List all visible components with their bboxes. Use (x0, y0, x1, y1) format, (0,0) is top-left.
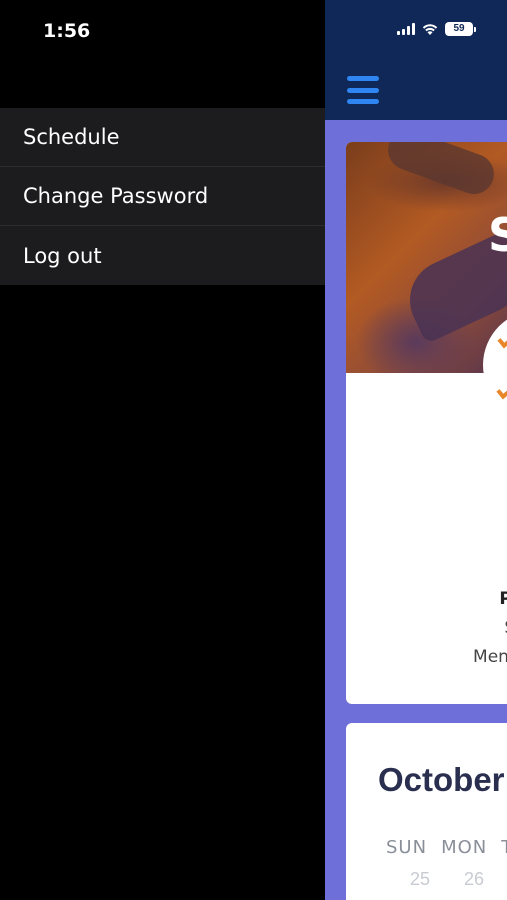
hero-title: S (488, 208, 507, 262)
calendar-date[interactable]: 26 (464, 869, 484, 890)
hamburger-icon[interactable] (347, 74, 379, 106)
weekday-label: SUN (386, 837, 428, 858)
battery-level: 59 (445, 22, 473, 36)
app-header (325, 64, 507, 120)
card-line-1: Pri (499, 589, 507, 609)
battery-icon: 59 (445, 22, 476, 36)
calendar-weekdays: SUN MON T (386, 837, 507, 858)
weekday-label: MON (441, 837, 488, 858)
side-drawer: 1:56 Schedule Change Password Log out (0, 0, 325, 900)
card-line-3: Mento (473, 647, 507, 667)
calendar-date[interactable]: 25 (410, 869, 430, 890)
weekday-label: T (501, 837, 507, 858)
wifi-icon (422, 24, 438, 35)
app-background: 59 S Pri Su Mento October SUN MON T 25 (325, 0, 507, 900)
hero-image: S (346, 142, 507, 373)
signal-icon (397, 23, 415, 35)
calendar-dates: 25 26 (410, 869, 484, 890)
calendar-month: October (378, 761, 505, 798)
menu-item-log-out[interactable]: Log out (0, 226, 325, 285)
menu-item-schedule[interactable]: Schedule (0, 108, 325, 167)
card-line-2: Su (346, 618, 507, 638)
profile-card: S Pri Su Mento (346, 142, 507, 704)
calendar-card: October SUN MON T 25 26 (346, 723, 507, 900)
drawer-menu: Schedule Change Password Log out (0, 108, 325, 285)
status-time: 1:56 (43, 20, 91, 42)
menu-item-change-password[interactable]: Change Password (0, 167, 325, 226)
status-icons: 59 (397, 22, 476, 36)
status-bar: 59 (325, 0, 507, 64)
